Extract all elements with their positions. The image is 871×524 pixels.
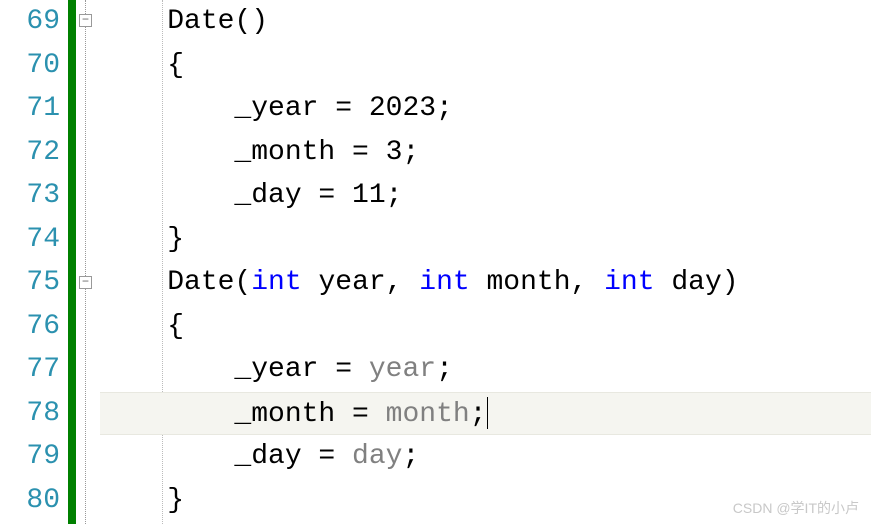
code-line[interactable]: _day = day; [100,435,871,479]
code-editor[interactable]: Date() { _year = 2023; _month = 3; _day … [100,0,871,524]
code-line-current[interactable]: _month = month; [100,392,871,436]
parameter: day [352,441,402,472]
code-line[interactable]: _month = 3; [100,131,871,175]
line-number: 79 [0,435,60,479]
keyword: int [251,267,301,298]
keyword: int [604,267,654,298]
code-line[interactable]: _year = year; [100,348,871,392]
line-number: 77 [0,348,60,392]
code-line[interactable]: _year = 2023; [100,87,871,131]
line-number: 75 [0,261,60,305]
watermark: CSDN @学IT的小卢 [733,498,859,518]
change-indicator-bar [68,0,76,524]
code-line[interactable]: Date(int year, int month, int day) [100,261,871,305]
fold-column: − − [76,0,100,524]
line-number: 80 [0,479,60,523]
text-cursor [487,397,488,429]
line-number: 70 [0,44,60,88]
code-line[interactable]: { [100,305,871,349]
code-line[interactable]: } [100,218,871,262]
code-line[interactable]: _day = 11; [100,174,871,218]
line-number: 78 [0,392,60,436]
line-number: 74 [0,218,60,262]
code-line[interactable]: { [100,44,871,88]
fold-toggle-icon[interactable]: − [79,276,92,289]
line-number: 69 [0,0,60,44]
parameter: month [386,399,470,430]
line-number: 72 [0,131,60,175]
fold-line [85,0,86,524]
fold-toggle-icon[interactable]: − [79,14,92,27]
line-number: 73 [0,174,60,218]
parameter: year [369,354,436,385]
keyword: int [419,267,469,298]
line-number-gutter: 69 70 71 72 73 74 75 76 77 78 79 80 [0,0,68,524]
code-line[interactable]: Date() [100,0,871,44]
line-number: 71 [0,87,60,131]
line-number: 76 [0,305,60,349]
